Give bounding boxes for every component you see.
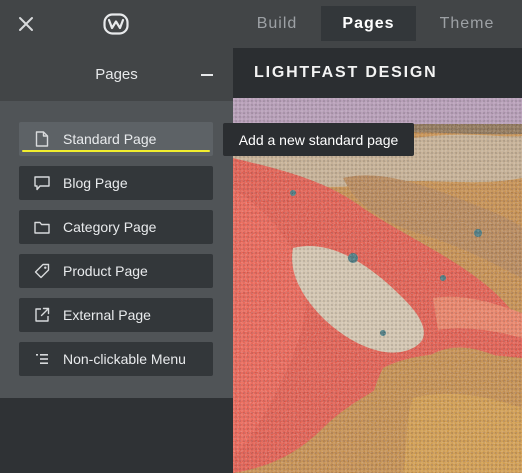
tag-icon xyxy=(33,262,51,280)
menu-list-icon xyxy=(33,350,51,368)
tab-build[interactable]: Build xyxy=(240,6,314,41)
top-bar: Build Pages Theme xyxy=(0,0,522,48)
sidebar-footer-area xyxy=(0,398,233,473)
highlight-underline xyxy=(22,150,210,152)
sidebar-item-label: Category Page xyxy=(63,219,157,235)
minus-icon xyxy=(201,74,213,76)
comment-icon xyxy=(33,174,51,192)
sidebar-item-label: External Page xyxy=(63,307,151,323)
tooltip: Add a new standard page xyxy=(223,123,414,156)
site-title: LIGHTFAST DESIGN xyxy=(254,64,438,81)
external-link-icon xyxy=(33,306,51,324)
sidebar-item-label: Blog Page xyxy=(63,175,128,191)
sidebar-item-label: Product Page xyxy=(63,263,148,279)
sidebar-item-label: Standard Page xyxy=(63,131,157,147)
collapse-button[interactable] xyxy=(198,66,216,84)
weebly-logo-icon[interactable] xyxy=(100,10,132,38)
sidebar-item-category-page[interactable]: Category Page xyxy=(19,210,213,244)
site-header: LIGHTFAST DESIGN xyxy=(233,48,522,98)
sidebar-item-non-clickable-menu[interactable]: Non-clickable Menu xyxy=(19,342,213,376)
sidebar-item-label: Non-clickable Menu xyxy=(63,351,186,367)
sidebar-item-blog-page[interactable]: Blog Page xyxy=(19,166,213,200)
tab-theme[interactable]: Theme xyxy=(426,6,508,41)
close-icon xyxy=(19,17,33,31)
sidebar-item-external-page[interactable]: External Page xyxy=(19,298,213,332)
sidebar-item-product-page[interactable]: Product Page xyxy=(19,254,213,288)
close-button[interactable] xyxy=(12,10,40,38)
page-icon xyxy=(33,130,51,148)
tab-pages[interactable]: Pages xyxy=(321,6,416,41)
sidebar-header: Pages xyxy=(0,48,233,101)
folder-icon xyxy=(33,218,51,236)
